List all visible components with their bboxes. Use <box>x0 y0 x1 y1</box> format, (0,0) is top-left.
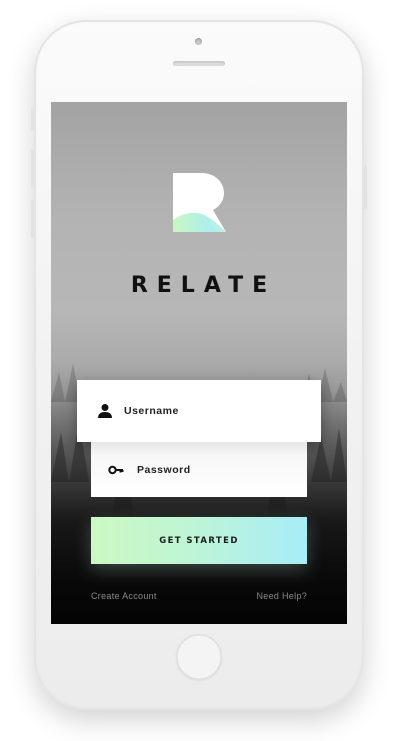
key-icon <box>108 465 124 474</box>
earpiece-speaker <box>173 61 225 66</box>
need-help-link[interactable]: Need Help? <box>256 591 307 601</box>
mockup-stage: RELATE Username Password GET STARTED Cre… <box>0 0 400 741</box>
brand-wordmark: RELATE <box>130 273 277 298</box>
username-input[interactable]: Username <box>77 380 321 442</box>
home-button[interactable] <box>176 634 222 680</box>
get-started-button[interactable]: GET STARTED <box>91 517 307 564</box>
get-started-label: GET STARTED <box>159 535 239 546</box>
create-account-link[interactable]: Create Account <box>91 591 157 601</box>
power-button <box>364 165 367 209</box>
volume-down-button <box>31 200 34 238</box>
app-screen: RELATE Username Password GET STARTED Cre… <box>51 102 347 624</box>
relate-r-logo-icon <box>173 173 226 232</box>
password-input[interactable]: Password <box>91 442 307 497</box>
password-placeholder: Password <box>137 463 191 476</box>
user-icon <box>98 404 112 418</box>
volume-up-button <box>31 150 34 188</box>
username-placeholder: Username <box>124 405 179 417</box>
mute-switch <box>31 108 34 130</box>
front-camera <box>195 38 202 45</box>
